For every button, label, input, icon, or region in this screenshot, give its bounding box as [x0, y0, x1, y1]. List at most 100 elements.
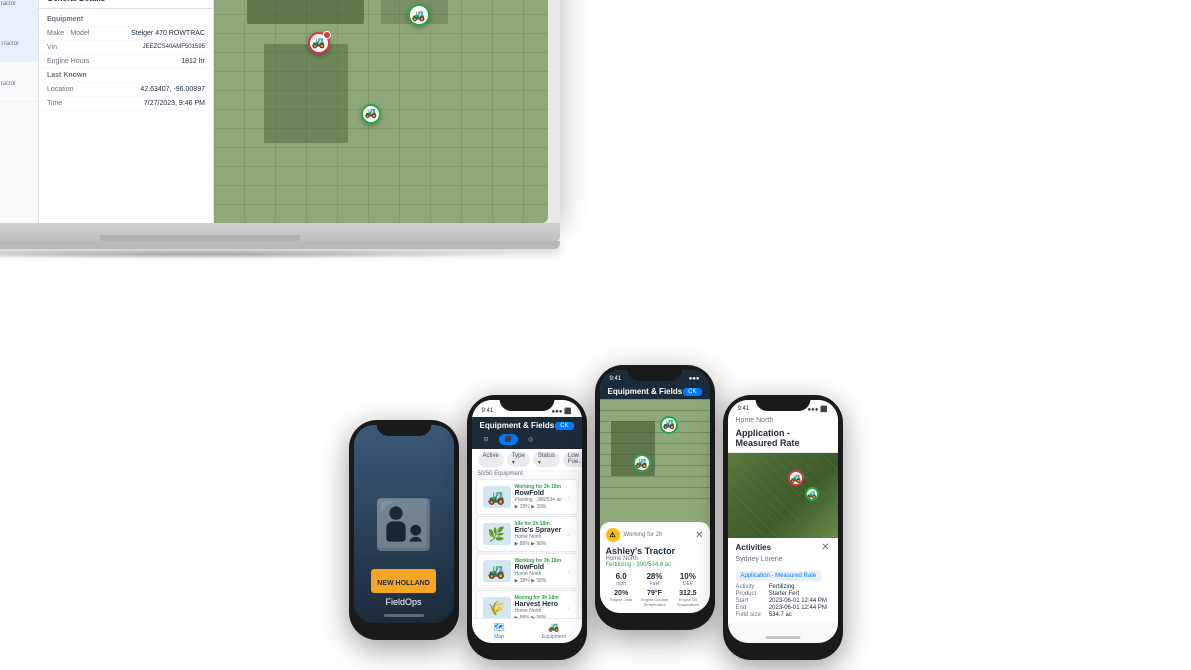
equip-item-3[interactable]: 🚜 ! Working Ashley's Tractor T5.90 Dual …	[0, 22, 38, 62]
ph2-filter-status[interactable]: Status ▾	[533, 452, 560, 467]
ph2-equip-name-1: Eric's Sprayer	[515, 527, 564, 534]
ph2-map-icon: 🗺	[493, 622, 504, 633]
ph2-equip-1[interactable]: 🌿 Idle for 3h 18m Eric's Sprayer Home No…	[476, 516, 578, 552]
main-content-area: ⊞ 🗺 🚜 ◫ 🔔 📊 ⚙ ◁	[0, 0, 548, 223]
detail-rows: Equipment Make · Model Steiger 470 ROWTR…	[39, 9, 213, 223]
time-label: Time	[47, 100, 62, 107]
splash-fieldops-text: FieldOps	[371, 597, 436, 607]
splash-nh-text: NEW HOLLAND	[377, 580, 430, 587]
ph2-tab-list[interactable]: ⊟	[478, 434, 495, 445]
splash-person-icon: 👨‍👦	[374, 496, 434, 553]
equip-model-3: T5.90 Dual Command 4WD Tractor	[0, 41, 30, 47]
ph4-statusbar: 9:41 ●●● ⬛	[728, 400, 838, 415]
ph2-equip-0[interactable]: 🚜 Working for 3h 18m RowFold Planting - …	[476, 479, 578, 515]
ph2-tab-grid[interactable]: ⬛	[499, 434, 518, 445]
ph3-def-val: 10%	[672, 572, 703, 581]
equip-name-4: Jim's Tractor	[0, 72, 30, 81]
ph4-tractor-2[interactable]: 🚜	[805, 487, 819, 501]
ph3-fuel-val: 28%	[639, 572, 670, 581]
ph2-tab-equip-bottom[interactable]: 🚜 Equipment	[527, 622, 582, 640]
equip-info-2: Moving Quadtrac 2 T5.90 Dual Command 4WD…	[0, 0, 30, 17]
ph3-signal: ●●●	[689, 376, 700, 382]
ph4-product-val: Starter Fert	[769, 591, 830, 597]
phone-3-detail: 9:41 ●●● Equipment & Fields CK 🚜 🚜	[595, 365, 715, 630]
ph2-filter-type[interactable]: Type ▾	[507, 452, 530, 467]
equip-name-3: Ashley's Tractor	[0, 32, 30, 41]
make-val: Steiger 470 ROWTRAC	[131, 30, 205, 37]
ph3-temp-label: Engine Coolant Temperature	[639, 597, 670, 607]
tractor-pin-3-alert[interactable]: 🚜	[308, 32, 330, 54]
dr-location: Location 42.63407, -96.00897	[39, 83, 213, 97]
ph2-chevron-1: ›	[568, 530, 571, 539]
ph3-stat-temp: 79°F Engine Coolant Temperature	[639, 590, 670, 607]
ph2-equip-loc-0: Planting - 380/534 ac	[515, 497, 564, 503]
ph4-signal: ●●● ⬛	[807, 406, 827, 413]
ph2-equip-info-1: Idle for 3h 18m Eric's Sprayer Home Nort…	[515, 521, 564, 547]
tractor-pin-4[interactable]: 🚜	[361, 104, 381, 124]
ph3-mini-stats: 6.0 mph 28% Fuel 10% DEF	[606, 572, 704, 587]
ph2-equip-2[interactable]: 🚜 Working for 3h 18m RowFold Home North …	[476, 553, 578, 589]
ph4-start-val: 2023-06-01 12:44 PM	[769, 598, 830, 604]
map-area: 🚜 🚜 🚜 🚜 🚜 +	[214, 0, 548, 223]
ph4-titlebar: Application - Measured Rate	[728, 426, 838, 453]
equip-item-4[interactable]: 🚜 Working Jim's Tractor T5.90 Dual Comma…	[0, 62, 38, 102]
field-dark-2	[264, 44, 348, 144]
phone-2-equipment: 9:41 ●●● ⬛ Equipment & Fields CK ⊟ ⬛ ◎ A…	[467, 395, 587, 660]
hours-val: 1812 hr	[181, 58, 205, 65]
ph2-filter-active[interactable]: Active	[478, 452, 504, 467]
ph2-equip-info-2: Working for 3h 18m RowFold Home North ▶ …	[515, 558, 564, 584]
dr-equipment-header: Equipment	[39, 13, 213, 27]
ph2-tab-map-bottom[interactable]: 🗺 Map	[472, 622, 527, 640]
ph2-tab-map[interactable]: ◎	[522, 434, 539, 445]
ph3-def-label: DEF	[672, 581, 703, 587]
ph4-activity-label: Activity	[736, 584, 761, 590]
ph2-equip-loc-1: Home North	[515, 534, 564, 540]
ph2-equip-name-2: RowFold	[515, 564, 564, 571]
vin-label: Vin	[47, 44, 57, 51]
ph4-tractor-alert[interactable]: 🚜	[788, 470, 804, 486]
ph3-mini-stats-2: 20% Engine Load 79°F Engine Coolant Temp…	[606, 590, 704, 607]
ph3-map: 🚜 🚜	[600, 399, 710, 509]
field-dark-1	[247, 0, 364, 24]
ph2-equip-thumb-3: 🌾	[483, 597, 511, 619]
ph4-breadcrumb: Home North	[728, 415, 838, 426]
hours-label: Engine Hours	[47, 58, 89, 65]
tractor-pin-2[interactable]: 🚜	[408, 4, 430, 26]
ph3-alert-row: ⚠ Working for 2h ✕	[606, 528, 704, 542]
last-known-label: Last Known	[47, 72, 87, 79]
dr-vin: Vin JEEZCS40AMF501595	[39, 41, 213, 55]
location-val: 42.63407, -96.00897	[140, 86, 205, 93]
ph2-equip-name-0: RowFold	[515, 490, 564, 497]
ph3-tractor-1[interactable]: 🚜	[660, 416, 678, 434]
ph3-stat-oil: 312.5 Engine Oil Temperature	[672, 590, 703, 607]
ph3-stat-def: 10% DEF	[672, 572, 703, 587]
splash-home-indicator	[384, 614, 424, 617]
equip-item-2[interactable]: 🚜 Moving Quadtrac 2 T5.90 Dual Command 4…	[0, 0, 38, 22]
ph4-activities-close[interactable]: ✕	[821, 542, 829, 553]
ph2-nav-ck[interactable]: CK	[555, 422, 573, 430]
ph2-equip-metrics-1: ▶ 88% ▶ 98%	[515, 541, 564, 547]
general-details-header: General Details ⌃	[39, 0, 213, 9]
ph2-signal: ●●● ⬛	[551, 408, 571, 415]
ph3-oil-label: Engine Oil Temperature	[672, 597, 703, 607]
ph4-title: Application - Measured Rate	[736, 428, 830, 448]
ph3-card-close[interactable]: ✕	[695, 530, 703, 541]
phone-1-screen: 👨‍👦 NEW HOLLAND FieldOps	[354, 425, 454, 623]
ph2-tab-map-label: Map	[494, 634, 504, 640]
ph3-nav-btn[interactable]: CK	[683, 388, 701, 396]
ph4-product-label: Product	[736, 591, 761, 597]
ph3-alert-icon: ⚠	[606, 528, 620, 542]
make-label: Make · Model	[47, 30, 89, 37]
ph4-start-label: Start	[736, 598, 761, 604]
ph3-load-val: 20%	[606, 590, 637, 597]
ph3-tractor-2[interactable]: 🚜	[633, 454, 651, 472]
ph2-filter-fuel[interactable]: Low Fue...	[563, 452, 582, 467]
laptop-body: NH NEW HOLLAND Jones Farms › Red Acres ›…	[0, 0, 560, 223]
ph2-nav-title: Equipment & Fields	[480, 421, 555, 430]
equip-metrics-2: ⛽ 49% ⚙ 42%	[0, 9, 30, 17]
ph2-chevron-3: ›	[568, 604, 571, 613]
ph2-equip-thumb-0: 🚜	[483, 486, 511, 508]
ph3-statusbar: 9:41 ●●●	[600, 370, 710, 384]
phones-container: 👨‍👦 NEW HOLLAND FieldOps 9:41 ●●	[349, 365, 843, 660]
ph3-alert-label: Working for 2h	[624, 532, 663, 538]
